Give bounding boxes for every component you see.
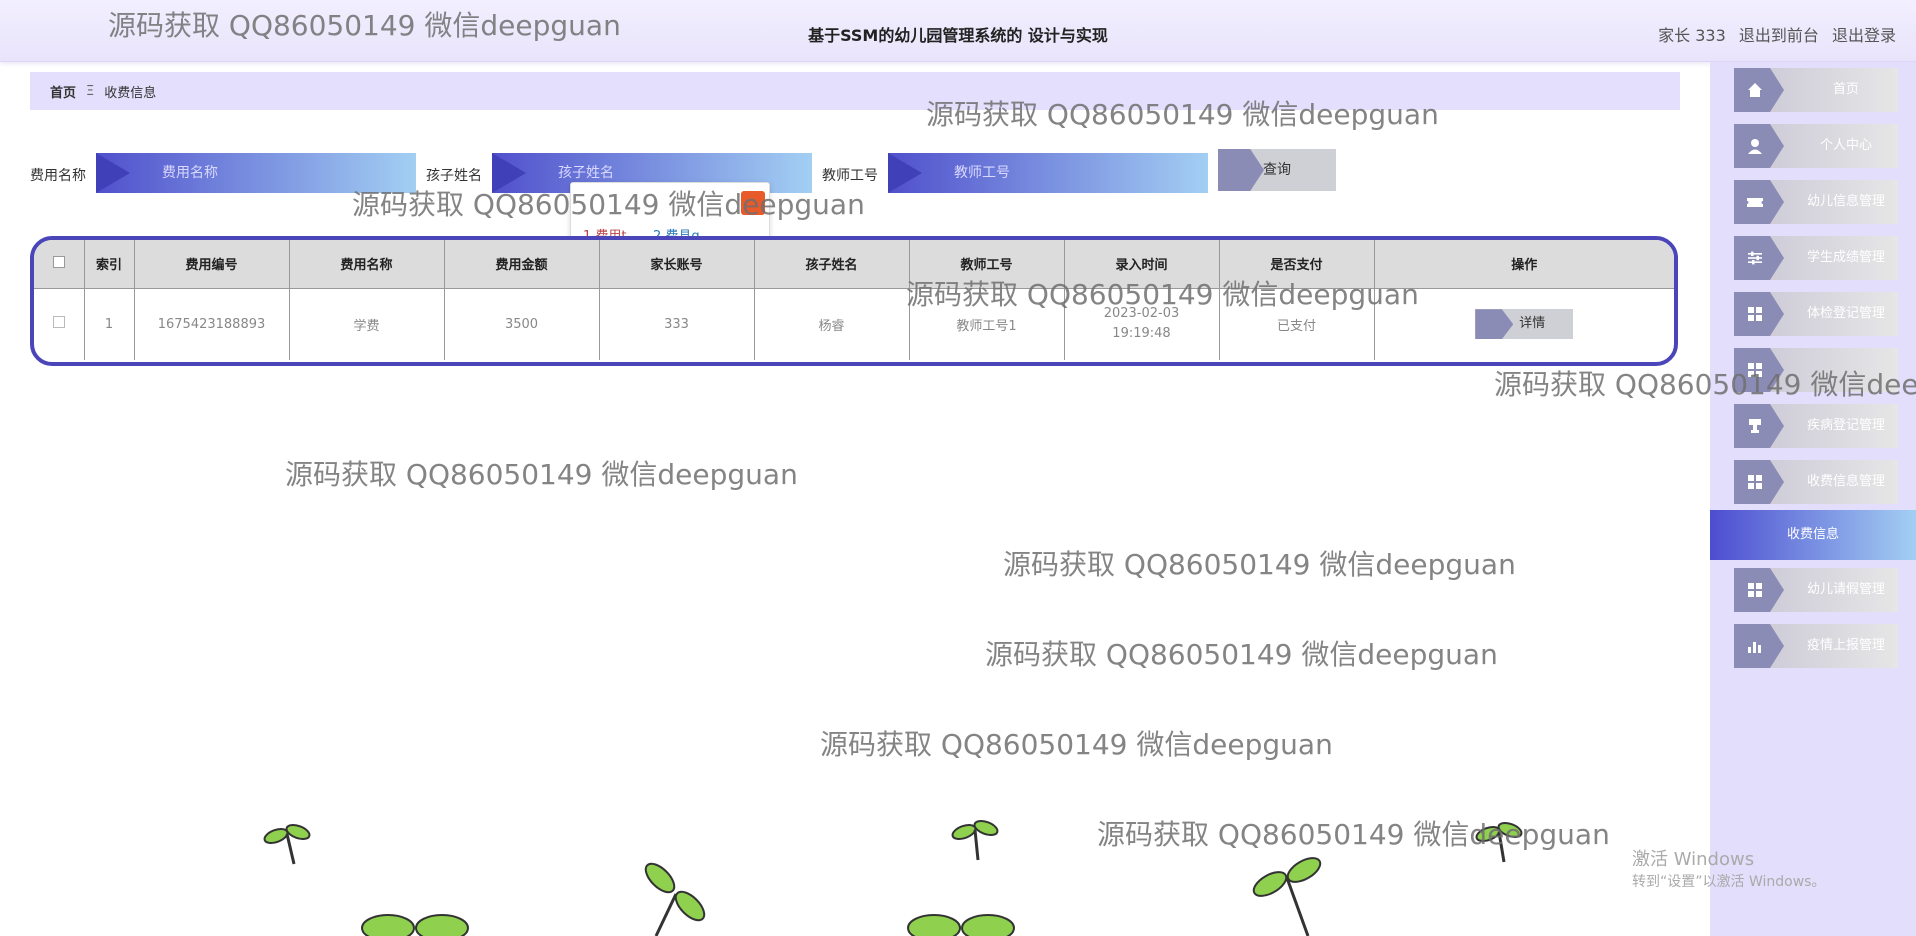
button-arrow-icon <box>1475 309 1514 340</box>
breadcrumb-current: 收费信息 <box>104 85 157 101</box>
column-header: 是否支付 <box>1219 240 1375 288</box>
sidebar-item-grades[interactable]: 学生成绩管理 <box>1734 236 1898 280</box>
breadcrumb: 首页 Ξ 收费信息 <box>30 72 1680 110</box>
propeller-decoration-icon <box>361 914 469 936</box>
row-checkbox[interactable] <box>52 316 65 329</box>
column-header: 孩子姓名 <box>754 240 910 288</box>
column-header: 费用名称 <box>289 240 445 288</box>
sidebar-item-child-info[interactable]: 幼儿信息管理 <box>1734 180 1898 224</box>
sidebar: 首页 个人中心 幼儿信息管理 学生成绩管理 体检登记管理 疾病登记管理 收费信息… <box>1710 62 1916 936</box>
column-header: 索引 <box>84 240 135 288</box>
fee-name-input[interactable] <box>96 153 416 193</box>
action-cell: 详情 <box>1374 287 1674 360</box>
sidebar-item-label: 收费信息管理 <box>1806 474 1885 489</box>
sidebar-item-label: 幼儿信息管理 <box>1806 194 1885 209</box>
ticket-icon <box>1734 180 1784 224</box>
column-header: 家长账号 <box>599 240 755 288</box>
watermark-text: 源码获取 QQ86050149 微信deepguan <box>285 458 798 491</box>
breadcrumb-home[interactable]: 首页 <box>50 82 76 101</box>
watermark-text: 源码获取 QQ86050149 微信deepguan <box>820 728 1333 761</box>
child-name-label: 孩子姓名 <box>426 168 482 184</box>
fee-no-cell: 1675423188893 <box>134 287 290 360</box>
sidebar-subitem-fee-info[interactable]: 收费信息 <box>1710 510 1916 560</box>
teacher-no-label: 教师工号 <box>822 168 878 184</box>
header-user-area: 家长 333 退出到前台 退出登录 <box>1658 22 1896 46</box>
fee-name-cell: 学费 <box>289 287 445 360</box>
sidebar-item-label: 学生成绩管理 <box>1806 250 1885 265</box>
propeller-decoration-icon <box>907 914 1015 936</box>
amount-cell: 3500 <box>444 287 600 360</box>
grid-icon <box>1734 568 1784 612</box>
sidebar-item-epidemic[interactable]: 疫情上报管理 <box>1734 624 1898 668</box>
back-to-front-link[interactable]: 退出到前台 <box>1739 26 1819 45</box>
time-cell: 2023-02-03 19:19:48 <box>1064 287 1220 360</box>
child-name-cell: 杨睿 <box>754 287 910 360</box>
grid-icon <box>1734 348 1784 392</box>
grid-icon <box>1734 460 1784 504</box>
column-header: 操作 <box>1374 240 1674 288</box>
column-header: 录入时间 <box>1064 240 1220 288</box>
sidebar-item-label: 体检登记管理 <box>1806 306 1885 321</box>
propeller-decoration-icon <box>951 820 999 861</box>
detail-button[interactable]: 详情 <box>1475 309 1574 340</box>
sidebar-item-illness[interactable]: 疾病登记管理 <box>1734 404 1898 448</box>
sidebar-item-label: 疾病登记管理 <box>1806 418 1885 433</box>
row-select-cell <box>34 287 85 360</box>
index-cell: 1 <box>84 287 135 360</box>
select-all-cell <box>34 240 85 288</box>
sidebar-item-label: 个人中心 <box>1819 138 1872 153</box>
sidebar-item-fee-management[interactable]: 收费信息管理 <box>1734 460 1898 504</box>
watermark-text: 源码获取 QQ86050149 微信deepguan <box>985 638 1498 671</box>
column-header: 教师工号 <box>909 240 1065 288</box>
breadcrumb-separator: Ξ <box>86 83 95 99</box>
user-icon <box>1734 124 1784 168</box>
logout-link[interactable]: 退出登录 <box>1832 26 1896 45</box>
teacher-no-cell: 教师工号1 <box>909 287 1065 360</box>
watermark-text: 源码获取 QQ86050149 微信deepguan <box>1097 818 1610 851</box>
sidebar-item-health-check[interactable]: 体检登记管理 <box>1734 292 1898 336</box>
sliders-icon <box>1734 236 1784 280</box>
button-arrow-icon <box>1218 149 1264 191</box>
windows-activation-hint: 转到“设置”以激活 Windows。 <box>1632 874 1826 890</box>
detail-button-label: 详情 <box>1519 316 1546 332</box>
table-row: 1 1675423188893 学费 3500 333 杨睿 教师工号1 202… <box>34 287 1674 360</box>
sidebar-item-home[interactable]: 首页 <box>1734 68 1898 112</box>
teacher-no-input[interactable] <box>888 153 1208 193</box>
home-icon <box>1734 68 1784 112</box>
page-title: 基于SSM的幼儿园管理系统的 设计与实现 <box>808 26 1108 45</box>
table-header-row: 索引 费用编号 费用名称 费用金额 家长账号 孩子姓名 教师工号 录入时间 是否… <box>34 240 1674 288</box>
windows-activation-title: 激活 Windows <box>1632 849 1755 870</box>
stamp-icon <box>1734 404 1784 448</box>
sidebar-item-hidden[interactable] <box>1734 348 1898 392</box>
query-button[interactable]: 查询 <box>1218 149 1336 191</box>
query-button-label: 查询 <box>1263 162 1291 178</box>
user-label: 家长 333 <box>1658 26 1726 45</box>
paid-cell: 已支付 <box>1219 287 1375 360</box>
propeller-decoration-icon <box>644 862 706 936</box>
propeller-decoration-icon <box>263 824 311 865</box>
ime-logo-icon <box>741 191 765 215</box>
fee-table: 索引 费用编号 费用名称 费用金额 家长账号 孩子姓名 教师工号 录入时间 是否… <box>30 236 1678 366</box>
sidebar-item-label: 疫情上报管理 <box>1806 638 1885 653</box>
column-header: 费用编号 <box>134 240 290 288</box>
top-header: 基于SSM的幼儿园管理系统的 设计与实现 家长 333 退出到前台 退出登录 <box>0 0 1916 62</box>
sidebar-item-leave[interactable]: 幼儿请假管理 <box>1734 568 1898 612</box>
sidebar-item-label: 幼儿请假管理 <box>1806 582 1885 597</box>
watermark-text: 源码获取 QQ86050149 微信deepguan <box>1003 548 1516 581</box>
propeller-decoration-icon <box>1252 857 1322 936</box>
parent-account-cell: 333 <box>599 287 755 360</box>
fee-name-label: 费用名称 <box>30 168 86 184</box>
grid-icon <box>1734 292 1784 336</box>
column-header: 费用金额 <box>444 240 600 288</box>
propeller-decoration-icon <box>1475 822 1523 863</box>
sidebar-item-label: 首页 <box>1832 82 1859 97</box>
sidebar-item-profile[interactable]: 个人中心 <box>1734 124 1898 168</box>
bar-chart-icon <box>1734 624 1784 668</box>
select-all-checkbox[interactable] <box>52 255 65 268</box>
